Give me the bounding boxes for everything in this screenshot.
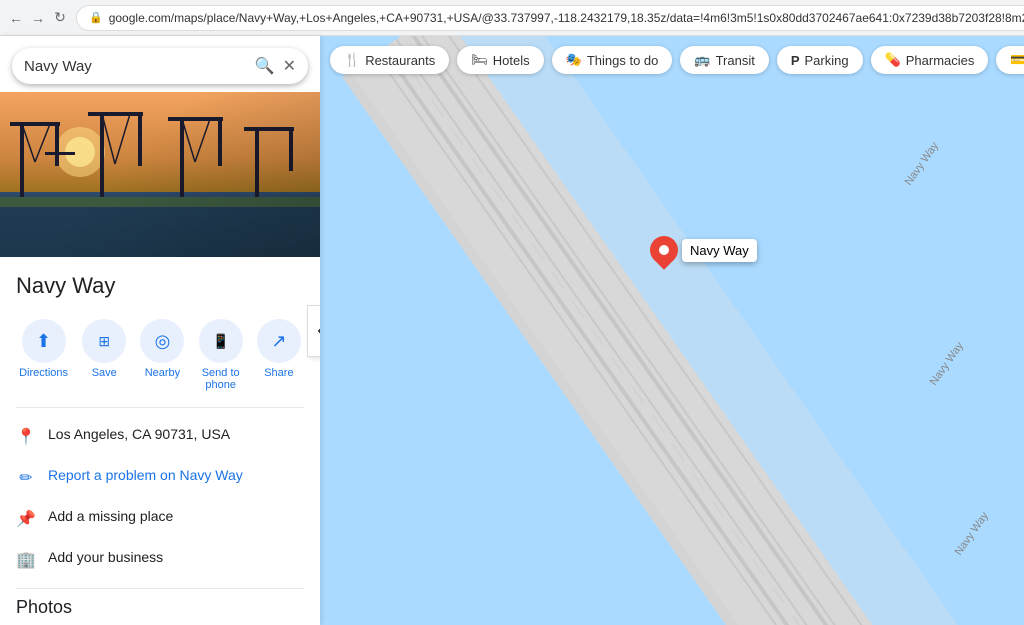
atms-icon: 💳: [1010, 52, 1024, 68]
nearby-button[interactable]: ◎ Nearby: [140, 319, 184, 391]
things-to-do-icon: 🎭: [566, 52, 582, 68]
things-to-do-label: Things to do: [587, 53, 659, 68]
hotels-label: Hotels: [493, 53, 530, 68]
parking-label: Parking: [805, 53, 849, 68]
add-place-icon: 📌: [16, 509, 36, 529]
hotels-filter[interactable]: 🛏 Hotels: [457, 46, 543, 74]
restaurants-filter[interactable]: 🍴 Restaurants: [330, 46, 449, 74]
parking-filter[interactable]: P Parking: [777, 46, 863, 74]
send-to-phone-icon: 📱: [199, 319, 243, 363]
edit-icon: ✏: [16, 468, 36, 488]
reload-button[interactable]: ↻: [52, 10, 68, 26]
nearby-label: Nearby: [145, 367, 180, 379]
map-svg: Navy Way Navy Way Navy Way: [320, 36, 1024, 625]
report-problem-text: Report a problem on Navy Way: [48, 467, 243, 483]
parking-icon: P: [791, 53, 800, 68]
directions-label: Directions: [19, 367, 68, 379]
pin-label: Navy Way: [682, 239, 757, 262]
share-button[interactable]: ↗ Share: [257, 319, 301, 391]
address-text: Los Angeles, CA 90731, USA: [48, 426, 230, 442]
action-buttons: ⬆ Directions ⊞ Save ◎ Nearby 📱 Send to p…: [0, 319, 320, 407]
map-area[interactable]: 🍴 Restaurants 🛏 Hotels 🎭 Things to do 🚌 …: [320, 36, 1024, 625]
nearby-icon: ◎: [140, 319, 184, 363]
search-input[interactable]: [24, 58, 247, 75]
save-label: Save: [92, 367, 117, 379]
url-text: google.com/maps/place/Navy+Way,+Los+Ange…: [109, 11, 1024, 25]
restaurants-icon: 🍴: [344, 52, 360, 68]
send-to-phone-label: Send to phone: [202, 367, 240, 391]
save-button[interactable]: ⊞ Save: [82, 319, 126, 391]
share-label: Share: [264, 367, 293, 379]
address-item[interactable]: 📍 Los Angeles, CA 90731, USA: [16, 416, 304, 457]
place-name: Navy Way: [16, 273, 304, 299]
directions-icon: ⬆: [22, 319, 66, 363]
add-missing-place-text: Add a missing place: [48, 508, 173, 524]
pharmacies-filter[interactable]: 💊 Pharmacies: [871, 46, 989, 74]
add-business-text: Add your business: [48, 549, 163, 565]
collapse-icon: ‹: [317, 322, 320, 340]
browser-controls: ← → ↻: [8, 10, 68, 26]
lock-icon: 🔒: [89, 11, 103, 24]
back-button[interactable]: ←: [8, 10, 24, 26]
address-bar[interactable]: 🔒 google.com/maps/place/Navy+Way,+Los+An…: [76, 5, 1024, 31]
pharmacies-label: Pharmacies: [906, 53, 975, 68]
send-to-phone-button[interactable]: 📱 Send to phone: [199, 319, 243, 391]
left-panel: 🔍 ✕: [0, 36, 320, 625]
forward-button[interactable]: →: [30, 10, 46, 26]
browser-chrome: ← → ↻ 🔒 google.com/maps/place/Navy+Way,+…: [0, 0, 1024, 36]
pharmacies-icon: 💊: [885, 52, 901, 68]
add-missing-place-item[interactable]: 📌 Add a missing place: [16, 498, 304, 539]
pin-marker: [644, 230, 684, 270]
transit-filter[interactable]: 🚌 Transit: [680, 46, 768, 74]
info-section: 📍 Los Angeles, CA 90731, USA ✏ Report a …: [0, 408, 320, 588]
report-problem-item[interactable]: ✏ Report a problem on Navy Way: [16, 457, 304, 498]
search-icon[interactable]: 🔍: [255, 56, 275, 76]
hotels-icon: 🛏: [471, 52, 488, 68]
share-icon: ↗: [257, 319, 301, 363]
search-bar: 🔍 ✕: [12, 48, 308, 84]
things-to-do-filter[interactable]: 🎭 Things to do: [552, 46, 673, 74]
filter-bar: 🍴 Restaurants 🛏 Hotels 🎭 Things to do 🚌 …: [330, 46, 1024, 74]
photos-title: Photos: [16, 597, 304, 618]
main-container: 🔍 ✕: [0, 36, 1024, 625]
transit-icon: 🚌: [694, 52, 710, 68]
add-business-item[interactable]: 🏢 Add your business: [16, 539, 304, 580]
directions-button[interactable]: ⬆ Directions: [19, 319, 68, 391]
place-info: Navy Way: [0, 257, 320, 319]
atms-filter[interactable]: 💳 ATMs: [996, 46, 1024, 74]
save-icon: ⊞: [82, 319, 126, 363]
add-business-icon: 🏢: [16, 550, 36, 570]
photos-section: Photos: [0, 589, 320, 625]
collapse-panel-button[interactable]: ‹: [307, 305, 320, 357]
transit-label: Transit: [716, 53, 755, 68]
map-pin[interactable]: Navy Way: [650, 236, 757, 264]
place-hero-image: [0, 92, 320, 257]
restaurants-label: Restaurants: [365, 53, 435, 68]
close-icon[interactable]: ✕: [283, 56, 296, 76]
location-icon: 📍: [16, 427, 36, 447]
